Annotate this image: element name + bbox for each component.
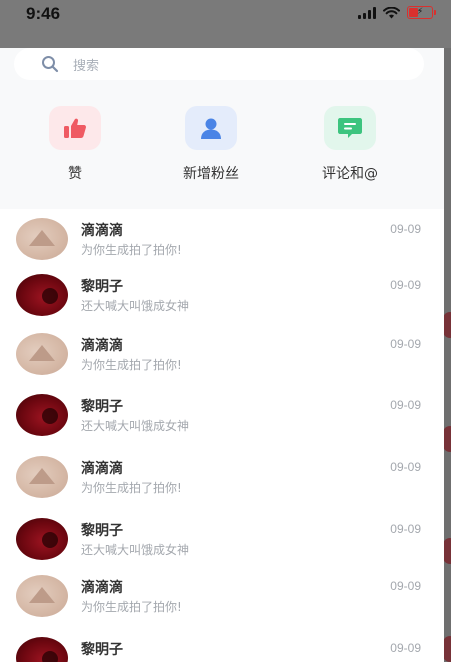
avatar [16, 333, 68, 375]
sender-name: 滴滴滴 [81, 461, 123, 477]
list-item[interactable]: 滴滴滴 为你生成拍了拍你! 09-09 [0, 447, 444, 507]
message-preview: 为你生成拍了拍你! [81, 600, 182, 614]
wifi-icon [383, 6, 400, 18]
message-date: 09-09 [390, 641, 421, 655]
status-time: 9:46 [26, 4, 61, 23]
list-item[interactable]: 黎明子 还大喊大叫饿成女神 09-09 [0, 265, 444, 325]
message-preview: 还大喊大叫饿成女神 [81, 543, 190, 557]
message-date: 09-09 [390, 522, 421, 536]
list-item[interactable]: 滴滴滴 为你生成拍了拍你! 09-09 [0, 566, 444, 626]
status-bar: 9:46 ⚡ [0, 0, 451, 48]
comment-icon [324, 106, 376, 150]
list-item[interactable]: 滴滴滴 为你生成拍了拍你! 09-09 [0, 209, 444, 269]
new-followers-shortcut[interactable]: 新增粉丝 [156, 106, 266, 183]
message-preview: 为你生成拍了拍你! [81, 358, 182, 372]
message-preview: 为你生成拍了拍你! [81, 481, 182, 495]
search-placeholder: 搜索 [73, 58, 100, 74]
message-date: 09-09 [390, 579, 421, 593]
sender-name: 黎明子 [81, 523, 123, 539]
messages-page: 搜索 赞 新增粉丝 评论和@ 滴滴滴 为你生成拍了拍你! 09-09 黎明子 还… [0, 48, 444, 662]
likes-shortcut[interactable]: 赞 [20, 106, 130, 183]
new-followers-label: 新增粉丝 [183, 166, 239, 182]
thumbs-up-icon [49, 106, 101, 150]
avatar [16, 274, 68, 316]
message-date: 09-09 [390, 278, 421, 292]
list-item[interactable]: 黎明子 还大喊大叫饿成女神 09-09 [0, 385, 444, 445]
comments-mentions-shortcut[interactable]: 评论和@ [295, 106, 405, 183]
comments-mentions-label: 评论和@ [322, 166, 378, 182]
message-preview: 还大喊大叫饿成女神 [81, 299, 190, 313]
avatar [16, 218, 68, 260]
avatar [16, 456, 68, 498]
message-date: 09-09 [390, 460, 421, 474]
list-item[interactable]: 滴滴滴 为你生成拍了拍你! 09-09 [0, 324, 444, 384]
avatar [16, 394, 68, 436]
cellular-signal-icon [358, 6, 376, 19]
avatar [16, 518, 68, 560]
list-item[interactable]: 黎明子 09-09 [0, 628, 444, 662]
search-icon [42, 56, 59, 73]
message-preview: 为你生成拍了拍你! [81, 243, 182, 257]
user-icon [185, 106, 237, 150]
list-item[interactable]: 黎明子 还大喊大叫饿成女神 09-09 [0, 509, 444, 569]
status-icons: ⚡ [358, 6, 436, 19]
likes-label: 赞 [68, 166, 82, 182]
sender-name: 黎明子 [81, 642, 123, 658]
search-bar[interactable]: 搜索 [14, 48, 424, 80]
sender-name: 黎明子 [81, 279, 123, 295]
sender-name: 滴滴滴 [81, 223, 123, 239]
sender-name: 滴滴滴 [81, 580, 123, 596]
sender-name: 滴滴滴 [81, 338, 123, 354]
message-preview: 还大喊大叫饿成女神 [81, 419, 190, 433]
sender-name: 黎明子 [81, 399, 123, 415]
message-date: 09-09 [390, 222, 421, 236]
message-date: 09-09 [390, 398, 421, 412]
avatar [16, 637, 68, 662]
avatar [16, 575, 68, 617]
message-list: 滴滴滴 为你生成拍了拍你! 09-09 黎明子 还大喊大叫饿成女神 09-09 … [0, 209, 444, 662]
shortcut-bar: 赞 新增粉丝 评论和@ [0, 106, 444, 206]
battery-icon: ⚡ [407, 6, 436, 19]
message-date: 09-09 [390, 337, 421, 351]
